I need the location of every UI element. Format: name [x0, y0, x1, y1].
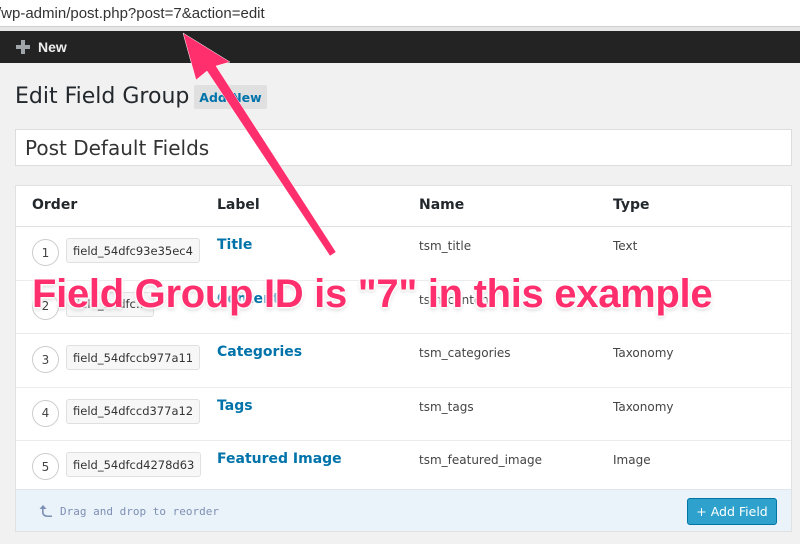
field-label-link[interactable]: Title	[217, 237, 252, 253]
field-label-link[interactable]: Featured Image	[217, 451, 342, 467]
field-key: field_54dfcd4278d63	[66, 452, 202, 477]
table-row[interactable]: 3 field_54dfccb977a11 Categories tsm_cat…	[16, 334, 791, 388]
browser-address-bar[interactable]: /wp-admin/post.php?post=7&action=edit	[0, 0, 800, 27]
field-name: tsm_tags	[419, 399, 474, 414]
field-key: field_54dfccd377a12	[66, 398, 201, 424]
column-header-order: Order	[32, 197, 78, 213]
field-key: field_54dfc93e35ec4	[66, 238, 200, 263]
drag-hint-text: Drag and drop to reorder	[60, 504, 219, 518]
order-badge: 5	[32, 453, 59, 480]
table-header: Order Label Name Type	[16, 186, 791, 227]
column-header-label: Label	[217, 197, 260, 213]
field-label-link[interactable]: Categories	[217, 344, 302, 360]
field-group-title-input[interactable]	[15, 129, 792, 166]
page-title: Edit Field Group	[15, 84, 190, 109]
order-badge: 1	[32, 239, 59, 266]
field-name: tsm_featured_image	[419, 453, 542, 467]
field-type: Text	[613, 239, 638, 253]
column-header-type: Type	[613, 197, 650, 213]
admin-bar: New	[0, 31, 800, 63]
field-label-link[interactable]: Tags	[217, 398, 253, 414]
new-label: New	[38, 39, 67, 55]
table-row[interactable]: 4 field_54dfccd377a12 Tags tsm_tags Taxo…	[16, 388, 791, 441]
return-arrow-icon	[39, 505, 52, 517]
field-type: Image	[613, 453, 651, 467]
order-badge: 4	[32, 399, 59, 427]
fields-table: Order Label Name Type 1 field_54dfc93e35…	[15, 185, 792, 532]
field-name: tsm_categories	[419, 346, 511, 360]
field-key: field_54dfccb977a11	[66, 345, 201, 370]
table-footer: Drag and drop to reorder + Add Field	[16, 489, 791, 531]
annotation-callout: Field Group ID is "7" in this example	[32, 272, 713, 316]
url-text[interactable]: /wp-admin/post.php?post=7&action=edit	[0, 5, 265, 22]
field-name: tsm_title	[419, 239, 472, 253]
add-field-button[interactable]: + Add Field	[687, 498, 777, 525]
field-type: Taxonomy	[613, 346, 674, 360]
drag-hint: Drag and drop to reorder	[38, 503, 219, 519]
order-badge: 3	[32, 346, 59, 373]
table-row[interactable]: 5 field_54dfcd4278d63 Featured Image tsm…	[16, 441, 791, 495]
add-new-button[interactable]: Add New	[194, 85, 267, 109]
field-type: Taxonomy	[613, 399, 674, 414]
admin-bar-new-button[interactable]: New	[16, 31, 67, 63]
column-header-name: Name	[419, 197, 465, 213]
plus-icon	[16, 40, 30, 54]
